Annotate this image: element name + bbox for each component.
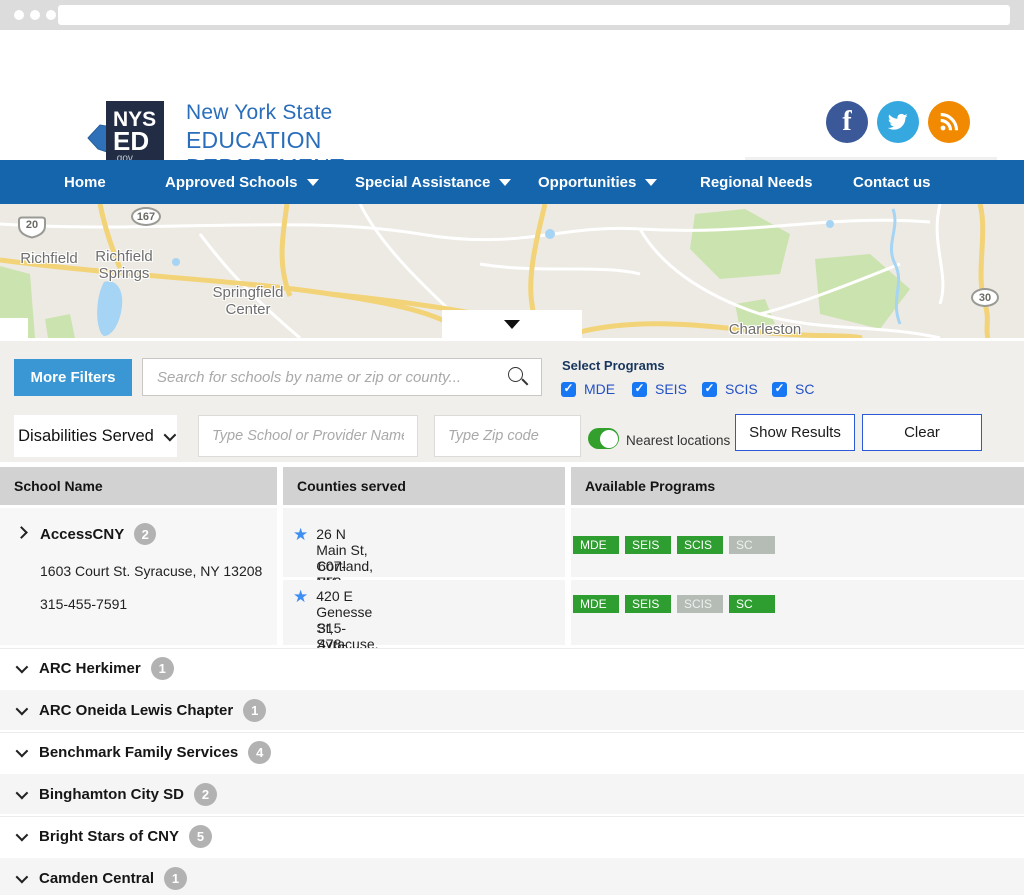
chevron-down-icon <box>307 179 319 186</box>
select-programs-label: Select Programs <box>562 358 665 373</box>
program-badge: SEIS <box>625 536 671 554</box>
program-checkbox-scis[interactable]: SCIS <box>702 381 758 397</box>
triangle-down-icon <box>504 320 520 329</box>
nav-item-opportunities[interactable]: Opportunities <box>538 160 657 204</box>
page: NYS ED .gov New York State EDUCATION DEP… <box>0 0 1024 895</box>
map-label: Richfield Springs <box>82 248 166 282</box>
table-row[interactable]: Binghamton City SD 2 <box>0 774 1024 814</box>
address-bar[interactable] <box>58 5 1010 25</box>
location-count-badge: 1 <box>164 867 187 890</box>
location-count-badge: 2 <box>194 783 217 806</box>
zip-code-input[interactable] <box>434 415 581 457</box>
toggle-knob <box>600 430 618 448</box>
map-label: Charleston <box>700 321 830 338</box>
more-filters-button[interactable]: More Filters <box>14 359 132 396</box>
window-dot-icon <box>30 10 40 20</box>
chevron-down-icon <box>16 745 29 758</box>
location-count-badge: 5 <box>189 825 212 848</box>
school-name: ARC Herkimer <box>39 660 141 677</box>
location-count-badge: 2 <box>134 523 156 545</box>
nav-item-special-assistance[interactable]: Special Assistance <box>355 160 511 204</box>
filter-panel: More Filters Select Programs MDE SEIS SC… <box>0 338 1024 462</box>
program-badges: MDE SEIS SCIS SC <box>573 536 775 554</box>
nav-item-contact-us[interactable]: Contact us <box>853 160 931 204</box>
nav-item-approved-schools[interactable]: Approved Schools <box>165 160 319 204</box>
chevron-down-icon <box>16 829 29 842</box>
chevron-right-icon <box>15 526 28 539</box>
twitter-icon[interactable] <box>877 101 919 143</box>
route-badge: 30 <box>971 288 999 307</box>
program-checkbox-seis[interactable]: SEIS <box>632 381 687 397</box>
school-cell[interactable]: AccessCNY 2 1603 Court St. Syracuse, NY … <box>0 508 277 645</box>
checkbox-checked-icon[interactable] <box>702 382 717 397</box>
location-count-badge: 1 <box>151 657 174 680</box>
disabilities-served-dropdown[interactable]: Disabilities Served <box>14 415 177 457</box>
site-header: NYS ED .gov New York State EDUCATION DEP… <box>0 30 1024 160</box>
program-badge: SC <box>729 595 775 613</box>
show-results-button[interactable]: Show Results <box>735 414 855 451</box>
chevron-down-icon <box>645 179 657 186</box>
chevron-down-icon <box>16 870 29 883</box>
school-address: 1603 Court St. Syracuse, NY 13208 <box>40 563 262 579</box>
school-name: ARC Oneida Lewis Chapter <box>39 702 233 719</box>
program-badge: SCIS <box>677 536 723 554</box>
nav-item-home[interactable]: Home <box>64 160 106 204</box>
column-header-counties-served: Counties served <box>283 467 565 505</box>
location-count-badge: 4 <box>248 741 271 764</box>
program-badge: MDE <box>573 595 619 613</box>
table-row[interactable]: ARC Herkimer 1 <box>0 648 1024 688</box>
facebook-icon[interactable]: f <box>826 101 868 143</box>
program-badge: SC <box>729 536 775 554</box>
clear-button[interactable]: Clear <box>862 414 982 451</box>
table-row[interactable]: Bright Stars of CNY 5 <box>0 816 1024 856</box>
table-row[interactable]: ARC Oneida Lewis Chapter 1 <box>0 690 1024 730</box>
school-name: Bright Stars of CNY <box>39 828 179 845</box>
school-name: Binghamton City SD <box>39 786 184 803</box>
school-phone: 315-455-7591 <box>40 596 127 612</box>
program-badge: SCIS <box>677 595 723 613</box>
chevron-down-icon <box>163 428 176 441</box>
window-dot-icon <box>14 10 24 20</box>
window-dot-icon <box>46 10 56 20</box>
checkbox-checked-icon[interactable] <box>561 382 576 397</box>
school-name: Camden Central <box>39 870 154 887</box>
school-name: Benchmark Family Services <box>39 744 238 761</box>
route-shield-badge: 20 <box>16 216 48 239</box>
map-collapse-tab[interactable] <box>442 310 582 338</box>
chevron-down-icon <box>16 786 29 799</box>
map[interactable]: Richfield Richfield Springs Springfield … <box>0 204 1024 338</box>
program-checkbox-sc[interactable]: SC <box>772 381 814 397</box>
route-badge: 167 <box>131 207 161 226</box>
chevron-down-icon <box>499 179 511 186</box>
table-row[interactable]: Camden Central 1 <box>0 858 1024 895</box>
program-checkbox-mde[interactable]: MDE <box>561 381 615 397</box>
map-control-box <box>0 318 28 338</box>
checkbox-checked-icon[interactable] <box>632 382 647 397</box>
map-label: Richfield <box>10 250 88 267</box>
map-label: Springfield Center <box>198 284 298 318</box>
school-search-input[interactable] <box>142 358 542 396</box>
checkbox-checked-icon[interactable] <box>772 382 787 397</box>
search-icon[interactable] <box>508 367 523 382</box>
program-badge: SEIS <box>625 595 671 613</box>
chevron-down-icon <box>16 661 29 674</box>
browser-chrome <box>0 0 1024 30</box>
program-badge: MDE <box>573 536 619 554</box>
location-count-badge: 1 <box>243 699 266 722</box>
program-badges: MDE SEIS SCIS SC <box>573 595 775 613</box>
column-header-school-name: School Name <box>0 467 277 505</box>
nearest-locations-toggle[interactable] <box>588 428 619 449</box>
brand-line1: New York State <box>186 101 486 125</box>
svg-text:ED: ED <box>113 126 149 156</box>
school-name: AccessCNY <box>40 526 124 543</box>
school-name-input[interactable] <box>198 415 418 457</box>
nav-item-regional-needs[interactable]: Regional Needs <box>700 160 813 204</box>
nearest-locations-label: Nearest locations <box>626 433 730 448</box>
column-header-available-programs: Available Programs <box>571 467 1024 505</box>
chevron-down-icon <box>16 702 29 715</box>
table-row[interactable]: Benchmark Family Services 4 <box>0 732 1024 772</box>
main-nav: Home Approved Schools Special Assistance… <box>0 160 1024 204</box>
table-row-expanded: AccessCNY 2 1603 Court St. Syracuse, NY … <box>0 508 1024 645</box>
rss-icon[interactable] <box>928 101 970 143</box>
